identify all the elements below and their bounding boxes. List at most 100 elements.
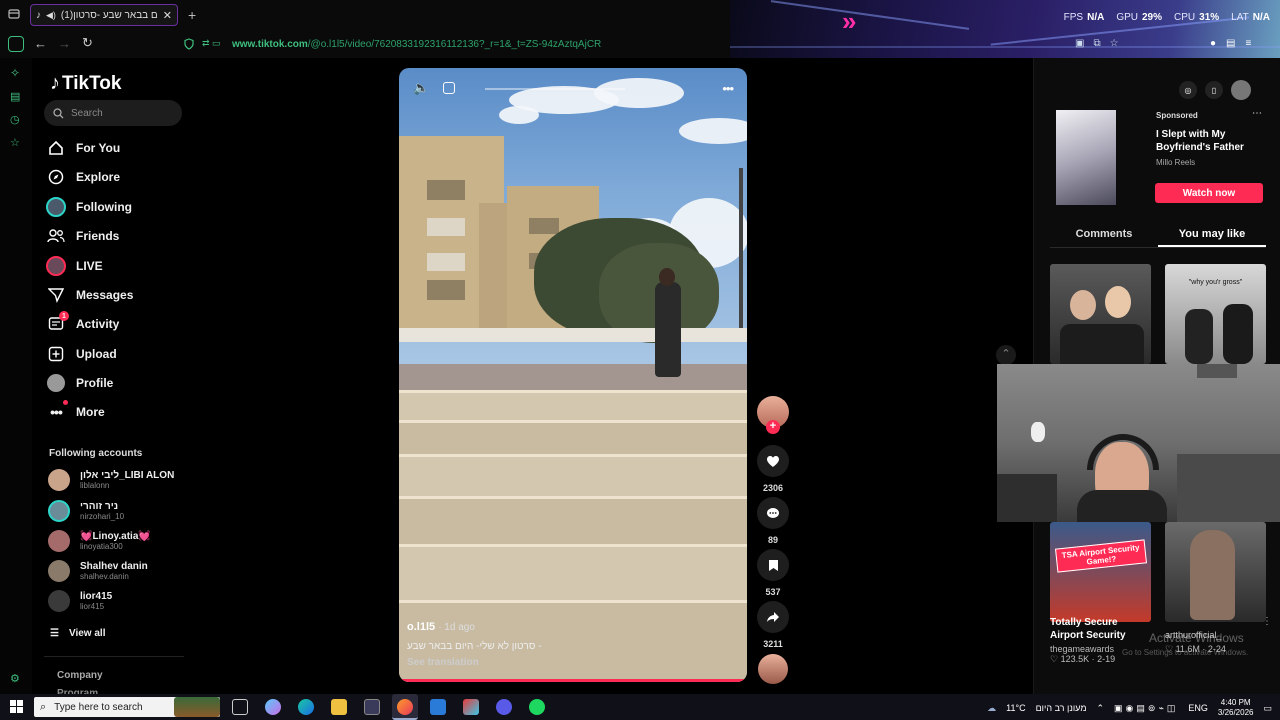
account-item[interactable]: Shalhev danin shalhev.danin <box>48 557 198 585</box>
author-avatar-button[interactable]: + <box>755 396 791 434</box>
recommended-video-thumb[interactable] <box>1165 522 1266 622</box>
copilot-icon[interactable] <box>265 699 281 715</box>
share-button[interactable]: 3211 <box>755 601 791 649</box>
chevron-decoration-icon: » <box>842 6 857 36</box>
activity-icon: 1 <box>46 311 69 334</box>
follow-plus-icon[interactable]: + <box>766 420 780 434</box>
device-icon[interactable]: ▯ <box>1205 81 1223 99</box>
edge-icon[interactable] <box>298 699 314 715</box>
video-author[interactable]: o.l1l5 <box>407 621 435 633</box>
share-count: 3211 <box>763 639 783 649</box>
account-item[interactable]: ליבי אלון_LIBI ALON liblalonn <box>48 466 198 494</box>
reader-icon[interactable]: ▣ <box>1075 38 1084 49</box>
recommended-title[interactable]: Totally Secure Airport Security <box>1050 616 1150 642</box>
weather-cloud-icon[interactable]: ☁ <box>987 703 996 714</box>
nav-friends[interactable]: Friends <box>46 225 196 247</box>
tiktok-logo[interactable]: ♪ TikTok <box>50 72 121 95</box>
bookmark-panel-icon[interactable]: ▤ <box>10 90 20 103</box>
nav-activity[interactable]: 1 Activity <box>46 311 196 335</box>
ad-more-icon[interactable]: ⋯ <box>1252 108 1262 119</box>
account-item[interactable]: lior415 lior415 <box>48 587 198 615</box>
cast-icon[interactable] <box>443 82 456 94</box>
workspaces-icon[interactable] <box>8 8 20 20</box>
see-translation-link[interactable]: See translation <box>407 657 542 668</box>
right-tabs: Comments You may like <box>1050 224 1266 248</box>
screenshot-icon[interactable]: ⧉ <box>1093 38 1100 49</box>
task-view-icon[interactable] <box>232 699 248 715</box>
activate-windows-subtext: Go to Settings to activate Windows. <box>1122 648 1249 657</box>
firefox-icon[interactable] <box>392 694 418 720</box>
music-disc-button[interactable] <box>755 654 791 684</box>
watch-now-button[interactable]: Watch now <box>1155 183 1263 203</box>
store-icon[interactable] <box>364 699 380 715</box>
spotify-icon[interactable] <box>529 699 545 715</box>
tab-you-may-like[interactable]: You may like <box>1158 224 1266 247</box>
comment-bubble-icon <box>757 497 789 529</box>
file-explorer-icon[interactable] <box>331 699 347 715</box>
tray-chevron-icon[interactable]: ⌃ <box>1097 703 1105 714</box>
url-field[interactable]: www.tiktok.com/@o.l1l5/video/76208331923… <box>232 39 601 50</box>
following-avatar-icon <box>46 197 66 217</box>
new-tab-button[interactable]: + <box>188 7 196 23</box>
clock[interactable]: 4:40 PM 3/26/2026 <box>1218 698 1254 718</box>
tray-icons[interactable]: ▣◉▤⊚⌁◫ <box>1114 703 1178 714</box>
save-button[interactable]: 537 <box>755 549 791 597</box>
browser-tab[interactable]: ♪ ◀) (1)היום בבאר שבע -סרטון ✕ <box>30 4 178 26</box>
nav-explore[interactable]: Explore <box>46 166 196 188</box>
app-window-icon[interactable] <box>430 699 446 715</box>
windows-start-icon[interactable] <box>10 700 24 714</box>
history-icon[interactable]: ◷ <box>10 113 20 126</box>
reload-button[interactable]: ↻ <box>82 35 93 51</box>
account-item[interactable]: 💓Linoy.atia💓 linoyatia300 <box>48 527 198 555</box>
video-player[interactable]: 🔈 ••• o.l1l5 · 1d ago סרטון לא שלי- היום… <box>399 68 747 682</box>
like-button[interactable]: 2306 <box>755 445 791 493</box>
account-item[interactable]: ניר זוהרי nirzohari_10 <box>48 497 198 525</box>
nav-live[interactable]: LIVE <box>46 255 196 277</box>
forward-button[interactable]: → <box>58 36 71 51</box>
ai-sparkle-icon[interactable]: ✧ <box>10 66 20 80</box>
nav-messages[interactable]: Messages <box>46 284 196 306</box>
profile-icon[interactable]: ● <box>1210 38 1216 49</box>
tab-comments[interactable]: Comments <box>1050 224 1158 247</box>
favorites-icon[interactable]: ☆ <box>10 136 20 149</box>
notifications-icon[interactable]: ▭ <box>1263 703 1272 714</box>
menu-icon[interactable]: ≡ <box>1246 38 1252 49</box>
comment-button[interactable]: 89 <box>755 497 791 545</box>
more-options-icon[interactable]: ••• <box>722 81 734 96</box>
company-link[interactable]: Company <box>57 670 103 681</box>
sidebar-toggle-icon[interactable] <box>8 36 24 52</box>
video-progress-bar[interactable] <box>399 679 747 682</box>
discord-icon[interactable] <box>496 699 512 715</box>
close-tab-icon[interactable]: ✕ <box>163 9 172 22</box>
app-icon[interactable] <box>463 699 479 715</box>
browser-extension-icons: ● ▤ ≡ <box>1210 38 1251 49</box>
back-button[interactable]: ← <box>34 36 47 51</box>
volume-slider[interactable] <box>485 88 625 90</box>
nav-more[interactable]: ••• More <box>46 400 196 423</box>
user-avatar-icon[interactable] <box>1231 80 1251 100</box>
ad-title[interactable]: I Slept with My Boyfriend's Father <box>1156 128 1266 154</box>
shield-icon[interactable] <box>184 38 194 50</box>
star-icon[interactable]: ☆ <box>1110 38 1119 49</box>
weather-temp[interactable]: 11°C <box>1006 703 1025 713</box>
extension-icon[interactable]: ▤ <box>1226 38 1235 49</box>
language-indicator[interactable]: ENG <box>1188 703 1208 713</box>
permissions-icon[interactable]: ⇄ ▭ <box>202 38 221 49</box>
audio-playing-icon[interactable]: ◀) <box>46 10 56 21</box>
comment-count: 89 <box>767 535 778 545</box>
volume-icon[interactable]: 🔈 <box>413 80 429 96</box>
recommended-video-thumb[interactable]: TSA Airport Security Game!? <box>1050 522 1151 622</box>
nav-following[interactable]: Following <box>46 196 196 218</box>
coin-icon[interactable]: ◎ <box>1179 81 1197 99</box>
nav-for-you[interactable]: For You <box>46 137 196 159</box>
nav-upload[interactable]: Upload <box>46 343 196 365</box>
settings-gear-icon[interactable]: ⚙ <box>10 672 20 685</box>
search-input[interactable]: Search <box>44 100 182 126</box>
nav-profile[interactable]: Profile <box>46 372 196 394</box>
recommended-video-thumb[interactable] <box>1050 264 1151 364</box>
recommended-more-icon[interactable]: ⋮ <box>1262 616 1272 627</box>
sponsored-label: Sponsored <box>1156 111 1198 120</box>
recommended-video-thumb[interactable]: "why you'r gross" <box>1165 264 1266 364</box>
scroll-up-button[interactable]: ⌃ <box>996 345 1016 365</box>
view-all-link[interactable]: ☰ View all <box>50 622 200 644</box>
